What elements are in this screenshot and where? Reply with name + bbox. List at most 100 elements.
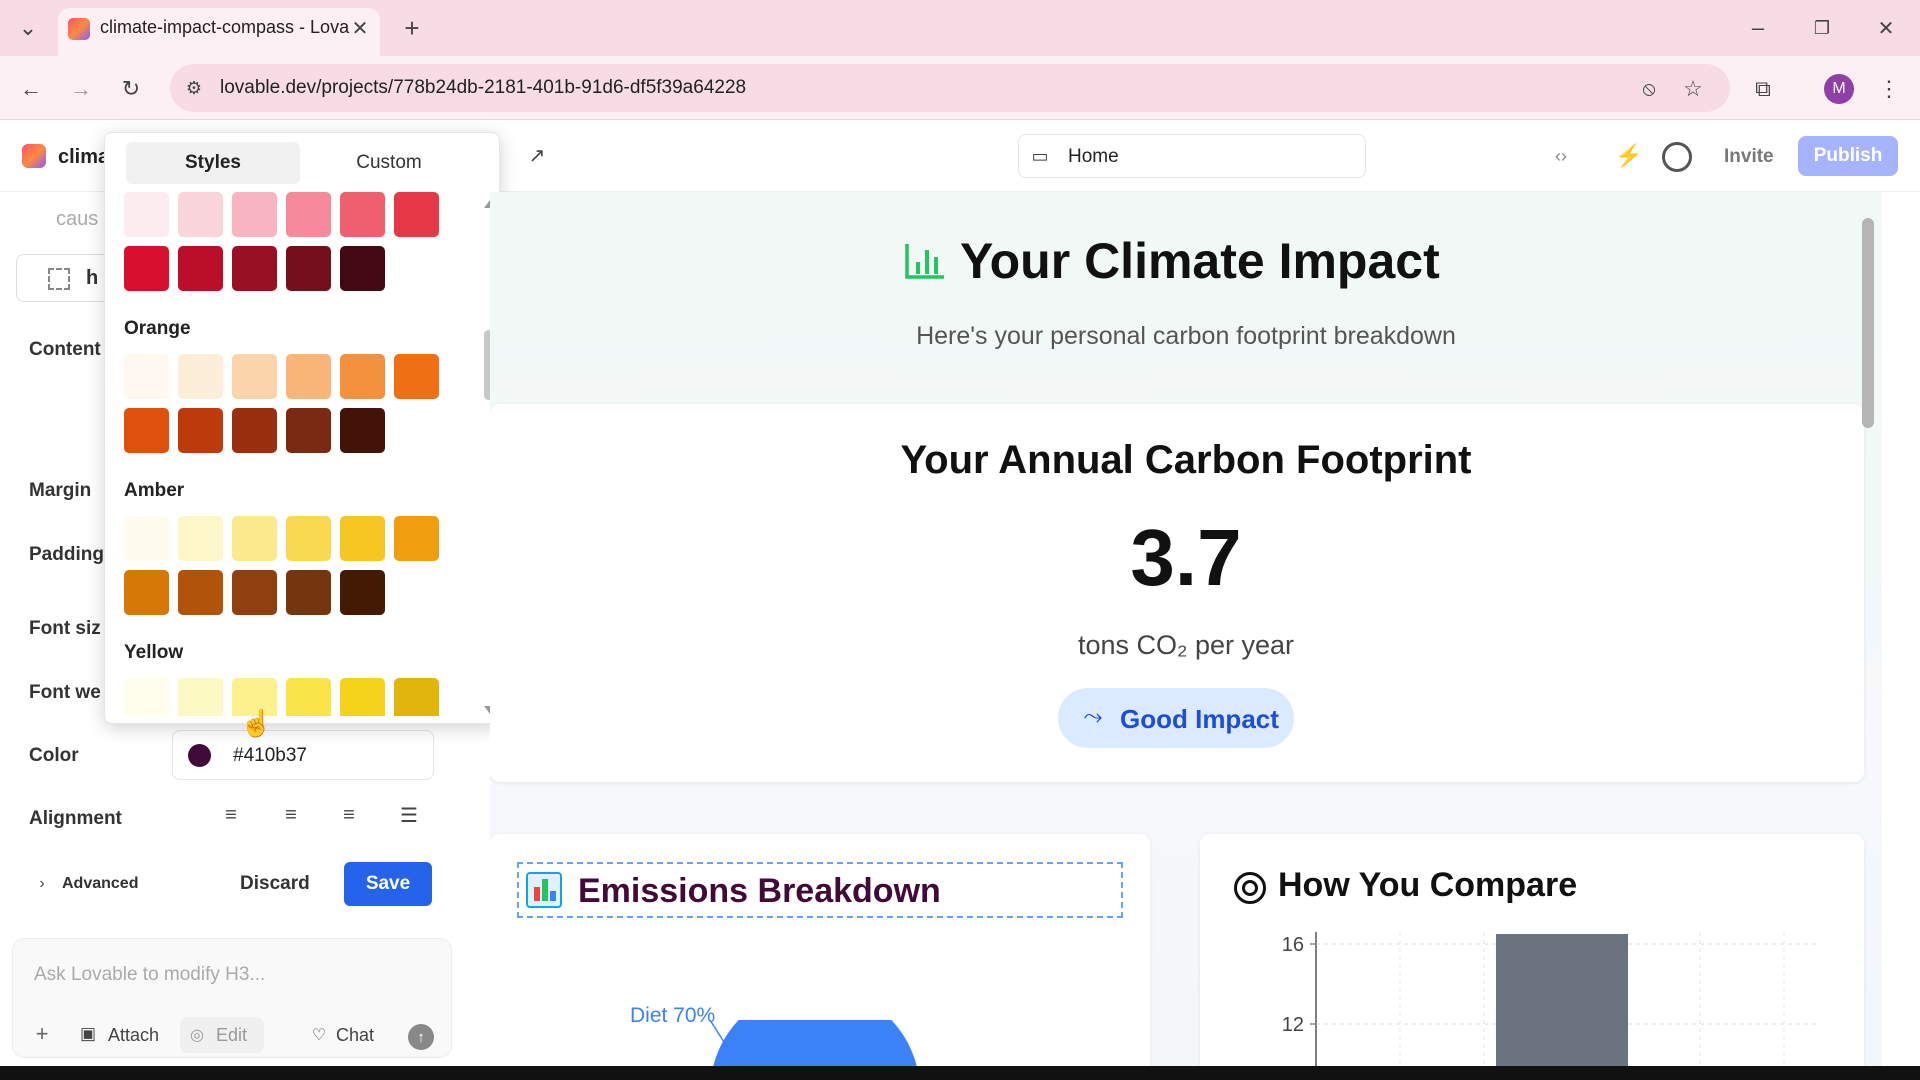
color-swatch[interactable] bbox=[124, 570, 169, 615]
mouse-pointer-hand-icon: ☝ bbox=[240, 708, 273, 738]
color-swatch[interactable] bbox=[340, 192, 385, 237]
add-icon[interactable]: + bbox=[30, 1021, 54, 1046]
color-swatch[interactable] bbox=[232, 570, 277, 615]
color-swatch[interactable] bbox=[340, 678, 385, 716]
color-swatch[interactable] bbox=[340, 516, 385, 561]
color-swatch[interactable] bbox=[340, 354, 385, 399]
hero-subtitle: Here's your personal carbon footprint br… bbox=[916, 322, 1456, 350]
attach-image-icon[interactable]: ▣ bbox=[76, 1022, 100, 1046]
tab-custom[interactable]: Custom bbox=[302, 142, 476, 184]
save-button[interactable]: Save bbox=[344, 862, 432, 906]
color-swatch[interactable] bbox=[394, 354, 439, 399]
tab-title: climate-impact-compass - Lova bbox=[100, 17, 350, 37]
restore-window-icon[interactable]: ❐ bbox=[1806, 12, 1838, 44]
profile-avatar[interactable]: M bbox=[1824, 74, 1854, 104]
align-center-icon[interactable]: ≡ bbox=[276, 800, 306, 830]
color-swatch[interactable] bbox=[394, 678, 439, 716]
padding-label: Padding bbox=[29, 544, 104, 565]
minimize-window-icon[interactable]: – bbox=[1742, 12, 1774, 44]
chat-button[interactable]: Chat bbox=[336, 1025, 374, 1046]
new-tab-icon[interactable]: + bbox=[396, 12, 428, 44]
color-swatch[interactable] bbox=[124, 516, 169, 561]
close-tab-icon[interactable]: ✕ bbox=[346, 14, 374, 42]
select-element-icon bbox=[48, 268, 70, 290]
color-swatch[interactable] bbox=[286, 516, 331, 561]
color-swatch[interactable] bbox=[286, 192, 331, 237]
emissions-title: Emissions Breakdown bbox=[578, 872, 941, 910]
pie-label-diet: Diet 70% bbox=[630, 1004, 716, 1027]
color-swatch[interactable] bbox=[178, 570, 223, 615]
chevron-right-icon[interactable]: › bbox=[32, 874, 52, 894]
tab-list-chevron-icon[interactable]: ⌄ bbox=[12, 12, 44, 44]
color-swatch[interactable] bbox=[340, 570, 385, 615]
code-view-icon[interactable]: ‹› bbox=[1544, 140, 1578, 172]
tracking-protection-icon[interactable]: ⦸ bbox=[1632, 72, 1666, 106]
prompt-input[interactable]: Ask Lovable to modify H3... bbox=[34, 964, 265, 986]
reload-icon[interactable]: ↻ bbox=[114, 72, 148, 106]
color-swatch[interactable] bbox=[124, 246, 169, 291]
chart-emoji-icon bbox=[526, 872, 562, 908]
publish-button[interactable]: Publish bbox=[1798, 136, 1898, 176]
color-swatch[interactable] bbox=[232, 192, 277, 237]
font-size-label: Font siz bbox=[29, 618, 101, 639]
margin-label: Margin bbox=[29, 480, 92, 501]
lovable-logo-icon[interactable] bbox=[22, 144, 46, 168]
back-icon[interactable]: ← bbox=[14, 72, 48, 106]
color-swatch[interactable] bbox=[124, 192, 169, 237]
invite-button[interactable]: Invite bbox=[1724, 146, 1774, 168]
color-swatch[interactable] bbox=[286, 678, 331, 716]
element-text-preview: caus bbox=[56, 208, 99, 230]
advanced-toggle[interactable]: Advanced bbox=[62, 875, 138, 893]
align-right-icon[interactable]: ≡ bbox=[334, 800, 364, 830]
color-swatch[interactable] bbox=[178, 246, 223, 291]
font-weight-label: Font we bbox=[29, 682, 101, 703]
color-swatch[interactable] bbox=[286, 570, 331, 615]
color-swatch[interactable] bbox=[394, 192, 439, 237]
send-arrow-icon[interactable]: ↑ bbox=[408, 1024, 434, 1050]
color-swatch[interactable] bbox=[178, 678, 223, 716]
color-swatch[interactable] bbox=[286, 408, 331, 453]
browser-menu-icon[interactable]: ⋮ bbox=[1872, 72, 1906, 106]
tab-styles[interactable]: Styles bbox=[126, 142, 300, 184]
color-swatch[interactable] bbox=[232, 516, 277, 561]
extensions-icon[interactable]: ⧉ bbox=[1746, 72, 1780, 106]
preview-scrollbar[interactable] bbox=[1862, 218, 1874, 428]
color-swatch[interactable] bbox=[178, 192, 223, 237]
url-text[interactable]: lovable.dev/projects/778b24db-2181-401b-… bbox=[220, 77, 746, 99]
monitor-icon: ▭ bbox=[1031, 145, 1049, 166]
open-external-icon[interactable]: ↗ bbox=[522, 140, 552, 170]
edit-target-icon: ◎ bbox=[190, 1027, 204, 1044]
app-preview: Your Climate Impact Here's your personal… bbox=[490, 192, 1882, 1080]
color-swatch[interactable] bbox=[340, 246, 385, 291]
color-hex-value[interactable]: #410b37 bbox=[233, 745, 307, 767]
attach-button[interactable]: Attach bbox=[108, 1025, 159, 1046]
color-swatch[interactable] bbox=[340, 408, 385, 453]
color-swatch[interactable] bbox=[232, 246, 277, 291]
chat-bulb-icon[interactable]: ♡ bbox=[308, 1024, 330, 1046]
color-swatch-preview[interactable] bbox=[188, 744, 211, 767]
color-swatch[interactable] bbox=[178, 516, 223, 561]
align-justify-icon[interactable]: ☰ bbox=[394, 800, 424, 830]
color-swatch[interactable] bbox=[232, 354, 277, 399]
color-swatch[interactable] bbox=[124, 678, 169, 716]
github-icon[interactable] bbox=[1662, 142, 1692, 172]
color-swatch[interactable] bbox=[178, 408, 223, 453]
color-swatch[interactable] bbox=[178, 354, 223, 399]
y-tick-label: 12 bbox=[1282, 1014, 1304, 1036]
color-swatch[interactable] bbox=[394, 516, 439, 561]
forward-icon[interactable]: → bbox=[64, 72, 98, 106]
site-settings-icon[interactable]: ⚙ bbox=[180, 74, 208, 102]
color-swatch[interactable] bbox=[232, 408, 277, 453]
footprint-value: 3.7 bbox=[1130, 513, 1242, 602]
color-swatch[interactable] bbox=[124, 354, 169, 399]
supabase-bolt-icon[interactable]: ⚡ bbox=[1614, 140, 1644, 172]
color-swatch[interactable] bbox=[286, 246, 331, 291]
bookmark-star-icon[interactable]: ☆ bbox=[1676, 72, 1710, 106]
align-left-icon[interactable]: ≡ bbox=[216, 800, 246, 830]
discard-button[interactable]: Discard bbox=[240, 873, 310, 895]
close-window-icon[interactable]: ✕ bbox=[1870, 12, 1902, 44]
project-name[interactable]: clima bbox=[58, 146, 109, 169]
target-icon bbox=[1234, 872, 1266, 904]
color-swatch[interactable] bbox=[124, 408, 169, 453]
color-swatch[interactable] bbox=[286, 354, 331, 399]
